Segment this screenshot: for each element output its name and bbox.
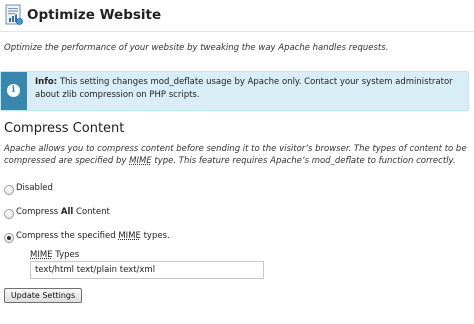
compress-all-suffix: Content	[73, 207, 110, 217]
info-line2: about zlib compression on PHP scripts.	[35, 90, 200, 100]
radio-compress-specified-label[interactable]: Compress the specified MIME types.	[16, 231, 170, 241]
radio-disabled-label[interactable]: Disabled	[16, 183, 53, 193]
info-icon-cell: i	[1, 72, 27, 110]
compress-specified-abbr: MIME	[118, 231, 141, 241]
update-settings-button[interactable]: Update Settings	[4, 288, 82, 303]
radio-compress-all-label[interactable]: Compress All Content	[16, 207, 110, 217]
mime-types-input[interactable]: text/html text/plain text/xml	[30, 261, 264, 279]
info-label: Info:	[35, 77, 58, 87]
compress-all-bold: All	[60, 207, 74, 217]
radio-compress-all[interactable]	[4, 209, 14, 219]
radio-compress-specified[interactable]	[4, 233, 14, 243]
info-icon: i	[7, 84, 20, 97]
info-message: Info: This setting changes mod_deflate u…	[35, 76, 463, 102]
page-description: Optimize the performance of your website…	[4, 43, 389, 53]
info-line1: This setting changes mod_deflate usage b…	[57, 77, 453, 87]
mime-abbr: MIME	[129, 156, 152, 166]
document-chart-icon	[4, 4, 24, 26]
radio-disabled[interactable]	[4, 185, 14, 195]
header-divider	[0, 31, 474, 32]
mime-types-label: MIME Types	[30, 250, 79, 260]
section-heading: Compress Content	[4, 121, 125, 136]
mime-label-abbr: MIME	[30, 250, 53, 260]
compress-specified-suffix: types.	[140, 231, 170, 241]
section-description: Apache allows you to compress content be…	[4, 143, 472, 167]
mime-label-suffix: Types	[52, 250, 80, 260]
page-title: Optimize Website	[27, 7, 162, 23]
info-callout: i Info: This setting changes mod_deflate…	[0, 71, 469, 111]
compress-all-prefix: Compress	[16, 207, 61, 217]
compress-specified-prefix: Compress the specified	[16, 231, 119, 241]
section-desc-part2: type. This feature requires Apache’s mod…	[151, 156, 456, 166]
